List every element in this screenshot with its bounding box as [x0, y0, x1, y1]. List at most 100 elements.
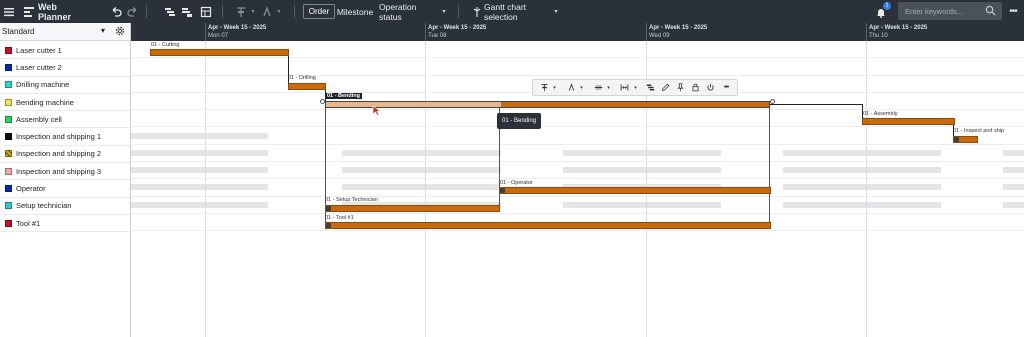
hamburger-menu-icon[interactable] — [2, 0, 16, 23]
search-input[interactable]: Enter keywords... — [898, 2, 1002, 20]
resource-color-swatch — [5, 115, 12, 123]
timeline-day-divider — [646, 23, 647, 41]
operation-status-button[interactable]: Operation status — [379, 0, 437, 23]
timeline-day-divider — [866, 23, 867, 41]
gantt-view-icon[interactable] — [163, 0, 177, 23]
tool-resource-icon — [326, 223, 331, 228]
gantt-selection-dropdown-icon[interactable]: ▾ — [552, 0, 560, 23]
op-bar-bending[interactable] — [325, 101, 770, 108]
gantt-selection-icon — [471, 0, 483, 23]
timeline-day-divider — [425, 23, 426, 41]
resource-row[interactable]: Laser cutter 2 — [0, 59, 130, 77]
shift-tool-dropdown-icon[interactable]: ▾ — [578, 80, 585, 95]
op-bar-tool[interactable] — [325, 222, 771, 229]
resource-color-swatch — [5, 81, 12, 89]
op-bar-drilling[interactable] — [288, 83, 326, 90]
resource-label: Inspection and shipping 3 — [16, 166, 102, 176]
resource-color-swatch — [5, 219, 12, 227]
view-selector[interactable]: Standard ▾ — [0, 23, 130, 41]
op-bar-setup[interactable] — [325, 205, 500, 212]
power-icon[interactable] — [704, 80, 717, 95]
align-dropdown-icon[interactable]: ▾ — [249, 0, 257, 23]
resize-tool-icon[interactable] — [617, 80, 631, 95]
grid-row — [131, 197, 1024, 214]
resource-color-swatch — [5, 133, 12, 141]
split-tool-icon[interactable] — [591, 80, 605, 95]
resource-label: Setup technician — [16, 201, 72, 211]
align-icon[interactable] — [234, 0, 248, 23]
move-icon[interactable] — [260, 0, 274, 23]
timeline-day: Apr - Week 15 - 2025 Mon 07 — [205, 23, 405, 41]
timeline-date-label: Tue 08 — [428, 33, 447, 39]
operation-status-dropdown-icon[interactable]: ▾ — [440, 0, 448, 23]
op-bar-cutting[interactable] — [150, 49, 289, 56]
table-view-icon[interactable] — [199, 0, 213, 23]
resource-color-swatch — [5, 150, 12, 158]
resource-row[interactable]: Inspection and shipping 1 — [0, 129, 130, 146]
resource-label: Operator — [16, 184, 46, 194]
resource-row[interactable]: Bending machine — [0, 94, 130, 112]
move-dropdown-icon[interactable]: ▾ — [275, 0, 283, 23]
redo-icon[interactable] — [126, 0, 140, 23]
undo-icon[interactable] — [109, 0, 123, 23]
more-tools-icon[interactable]: ••• — [719, 80, 733, 95]
split-tool-dropdown-icon[interactable]: ▾ — [605, 80, 612, 95]
resource-label: Drilling machine — [16, 80, 70, 90]
resource-label: Laser cutter 2 — [16, 62, 62, 72]
lock-icon[interactable] — [689, 80, 702, 95]
search-icon[interactable] — [985, 5, 996, 18]
resource-row[interactable]: Inspection and shipping 3 — [0, 163, 130, 181]
op-label-inspect: 01 - Inspect and ship — [953, 128, 1005, 134]
resource-view-icon[interactable] — [180, 0, 194, 23]
resource-row[interactable]: Setup technician — [0, 198, 130, 215]
gantt-tool-icon[interactable] — [644, 80, 657, 95]
timeline-day: Apr - Week 15 - 2025 Thu 10 — [866, 23, 1024, 41]
shift-tool-icon[interactable] — [564, 80, 578, 95]
more-options-icon[interactable]: ••• — [1006, 0, 1020, 23]
gantt-selection-button[interactable]: Gantt chart selection — [484, 0, 548, 23]
resource-color-swatch — [5, 63, 12, 71]
pin-icon[interactable] — [674, 80, 687, 95]
milestone-button[interactable]: Milestone — [337, 0, 373, 23]
resource-color-swatch — [5, 167, 12, 175]
resource-row[interactable]: Laser cutter 1 — [0, 42, 130, 60]
op-label-tool: 01 - Tool #1 — [325, 215, 354, 221]
view-name: Standard — [2, 27, 35, 36]
notification-badge: 1 — [883, 2, 891, 10]
dependency-link — [769, 104, 863, 105]
resource-color-swatch — [5, 98, 12, 106]
resize-tool-dropdown-icon[interactable]: ▾ — [632, 80, 639, 95]
operation-floating-toolbar: ▾ ▾ ▾ ▾ ••• — [532, 79, 738, 96]
timeline-week-label: Apr - Week 15 - 2025 — [428, 25, 487, 31]
timeline-week-label: Apr - Week 15 - 2025 — [208, 25, 267, 31]
timeline-header: Apr - Week 15 - 2025 Mon 07 Apr - Week 15 … — [131, 23, 1024, 41]
operator-resource-icon — [500, 188, 505, 193]
grid-row — [131, 145, 1024, 163]
operation-tooltip: 01 - Bending — [497, 113, 542, 129]
settings-gear-icon[interactable] — [115, 26, 125, 38]
resource-label: Assembly cell — [16, 114, 62, 124]
order-button[interactable]: Order — [302, 0, 336, 23]
timeline-day-divider — [205, 23, 206, 41]
resource-row[interactable]: Drilling machine — [0, 77, 130, 94]
resource-color-swatch — [5, 185, 12, 193]
resource-row[interactable]: Operator — [0, 180, 130, 198]
view-dropdown-icon[interactable]: ▾ — [101, 26, 105, 35]
inspect-lock-icon — [954, 137, 959, 142]
bending-end-handle[interactable] — [770, 99, 775, 104]
edit-pencil-icon[interactable] — [659, 80, 672, 95]
op-bar-operator[interactable] — [499, 187, 771, 194]
align-tool-icon[interactable] — [537, 80, 551, 95]
timeline-date-label: Mon 07 — [208, 33, 229, 39]
resource-row[interactable]: Tool #1 — [0, 215, 130, 233]
op-label-drilling: 01 - Drilling — [288, 75, 316, 81]
app-logo-icon — [22, 0, 36, 23]
op-bar-assembly[interactable] — [862, 118, 955, 125]
grid-row — [131, 128, 1024, 145]
timeline-week-label: Apr - Week 15 - 2025 — [869, 25, 928, 31]
bending-progress — [326, 102, 501, 107]
bending-start-handle[interactable] — [320, 99, 325, 104]
align-tool-dropdown-icon[interactable]: ▾ — [551, 80, 558, 95]
resource-row[interactable]: Inspection and shipping 2 — [0, 146, 130, 164]
resource-row[interactable]: Assembly cell — [0, 111, 130, 129]
